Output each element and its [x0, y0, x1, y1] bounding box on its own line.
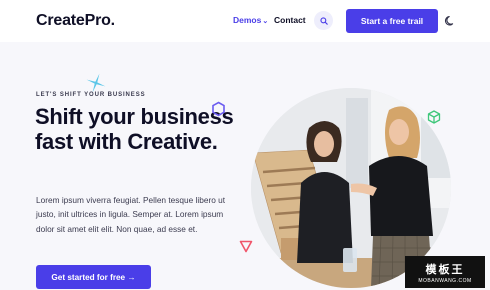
- sparkle-icon: [86, 73, 106, 93]
- hexagon-icon: [212, 101, 225, 117]
- get-started-button[interactable]: Get started for free →: [36, 265, 151, 289]
- watermark-top-text: 模板王: [425, 263, 465, 276]
- nav-link-demos[interactable]: Demos⌄: [233, 15, 268, 25]
- hero-paragraph: Lorem ipsum viverra feugiat. Pellen tesq…: [36, 195, 226, 234]
- chevron-down-icon: ⌄: [262, 18, 269, 25]
- watermark-bottom-text: MOBANWANG.COM: [418, 277, 472, 284]
- search-button[interactable]: [314, 11, 333, 30]
- triangle-icon: [239, 240, 253, 253]
- hero-eyebrow: LET'S SHIFT YOUR BUSINESS: [36, 92, 146, 98]
- nav-demos-label: Demos: [233, 15, 262, 25]
- start-free-trial-button[interactable]: Start a free trail: [346, 9, 438, 33]
- top-navbar: CreatePro. Demos⌄ Contact Start a free t…: [0, 0, 490, 42]
- cube-icon: [427, 110, 441, 124]
- site-watermark: 模板王 MOBANWANG.COM: [405, 256, 485, 288]
- brand-logo[interactable]: CreatePro.: [36, 12, 115, 30]
- nav-link-contact[interactable]: Contact: [274, 15, 306, 25]
- search-icon: [319, 16, 328, 25]
- moon-icon[interactable]: [444, 15, 456, 27]
